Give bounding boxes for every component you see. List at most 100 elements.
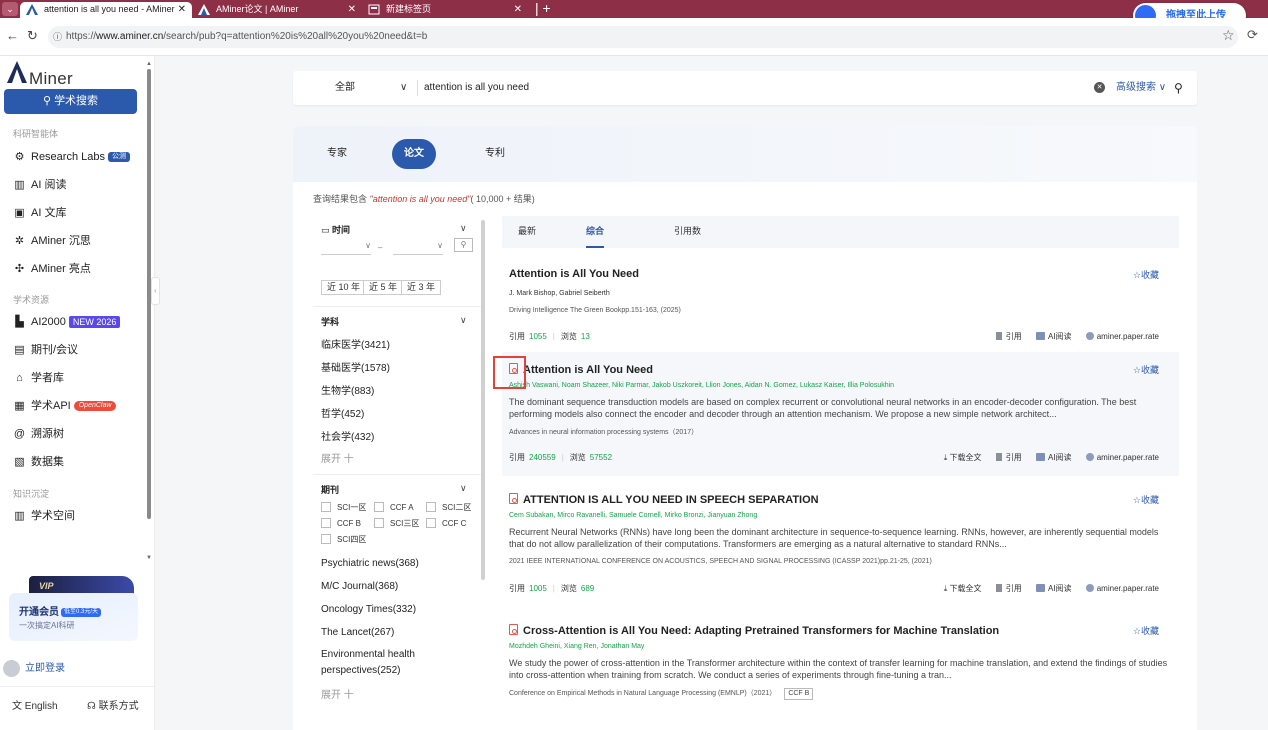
chevron-down-icon[interactable]: ∨ — [400, 71, 407, 105]
download-button[interactable]: ⤓ 下载全文 — [944, 453, 982, 462]
filter-subject-header[interactable]: 学科 — [321, 315, 339, 328]
sort-latest[interactable]: 最新 — [518, 216, 536, 246]
sort-overall[interactable]: 综合 — [586, 216, 605, 248]
citation-count[interactable]: 240559 — [529, 453, 556, 462]
citation-count[interactable]: 1005 — [529, 584, 547, 593]
favorite-button[interactable]: ☆收藏 — [1133, 624, 1159, 637]
journal-option[interactable]: M/C Journal(368) — [321, 581, 398, 592]
ai-read-button[interactable]: AI阅读 — [1035, 584, 1072, 593]
new-tab-plus-icon[interactable]: | + — [535, 0, 551, 17]
journal-checkbox-ccfb[interactable]: CCF B — [321, 518, 361, 529]
download-button[interactable]: ⤓ 下载全文 — [944, 584, 982, 593]
sidebar-item-research-labs[interactable]: ⚙ Research Labs 公测 — [13, 147, 130, 167]
search-scope-select[interactable]: 全部 — [335, 71, 355, 105]
paper-rate-button[interactable]: aminer.paper.rate — [1085, 332, 1159, 341]
chevron-down-icon[interactable]: ∨ — [460, 483, 467, 494]
year-3-button[interactable]: 近 3 年 — [401, 280, 442, 295]
login-button[interactable]: 立即登录 — [3, 660, 65, 680]
year-search-icon[interactable]: ⚲ — [454, 238, 473, 252]
sidebar-item-aminer-think[interactable]: ✲ AMiner 沉思 — [13, 231, 91, 251]
journal-option[interactable]: Oncology Times(332) — [321, 604, 416, 615]
paper-title[interactable]: Attention is All You Need — [509, 268, 639, 280]
back-arrow-icon[interactable]: ← — [6, 28, 19, 43]
citation-count[interactable]: 1055 — [529, 332, 547, 341]
reload-icon[interactable]: ↻ — [27, 28, 38, 44]
paper-rate-button[interactable]: aminer.paper.rate — [1085, 584, 1159, 593]
journal-expand-button[interactable]: 展开 十 — [321, 686, 354, 701]
sidebar-item-ai-library[interactable]: ▣ AI 文库 — [13, 203, 66, 223]
paper-title[interactable]: Attention is All You Need — [509, 363, 653, 376]
year-from-select[interactable]: ∨ — [321, 241, 371, 255]
cite-button[interactable]: 引用 — [995, 584, 1022, 593]
sidebar-item-scholars[interactable]: ⌂ 学者库 — [13, 368, 64, 388]
filter-journal-header[interactable]: 期刊 — [321, 483, 339, 496]
close-tab-icon[interactable]: ✕ — [348, 2, 356, 17]
journal-checkbox-ccfa[interactable]: CCF A — [374, 502, 414, 513]
sidebar-item-datasets[interactable]: ▧ 数据集 — [13, 452, 64, 472]
paper-rate-button[interactable]: aminer.paper.rate — [1085, 453, 1159, 462]
clear-search-icon[interactable]: ✕ — [1094, 82, 1105, 93]
journal-option[interactable]: Environmental health — [321, 649, 415, 660]
subject-option[interactable]: 基础医学(1578) — [321, 359, 390, 374]
year-to-select[interactable]: ∨ — [393, 241, 443, 255]
academic-search-button[interactable]: ⚲ 学术搜索 — [4, 89, 137, 114]
paper-title[interactable]: Cross-Attention is All You Need: Adaptin… — [509, 624, 999, 637]
journal-checkbox-sci4[interactable]: SCI四区 — [321, 534, 366, 545]
tab-patent[interactable]: 专利 — [483, 139, 507, 169]
tab-menu-button[interactable]: ⌄ — [2, 2, 18, 16]
language-switch[interactable]: 文 English — [12, 697, 58, 712]
ai-read-button[interactable]: AI阅读 — [1035, 453, 1072, 462]
sidebar-item-aminer-highlight[interactable]: ✣ AMiner 亮点 — [13, 259, 91, 279]
bookmark-star-icon[interactable]: ☆ — [1222, 27, 1235, 44]
filter-scrollbar[interactable] — [481, 220, 485, 580]
chevron-down-icon[interactable]: ∨ — [460, 223, 467, 234]
browser-tab-aminer-search[interactable]: attention is all you need - AMiner ✕ — [20, 2, 192, 18]
cite-button[interactable]: 引用 — [995, 332, 1022, 341]
tab-expert[interactable]: 专家 — [325, 139, 349, 169]
chevron-down-icon[interactable]: ∨ — [460, 315, 467, 326]
paper-authors[interactable]: Ashish Vaswani, Noam Shazeer, Niki Parma… — [509, 382, 894, 389]
scroll-down-icon[interactable]: ▼ — [146, 555, 152, 561]
favorite-button[interactable]: ☆收藏 — [1133, 268, 1159, 281]
paper-title[interactable]: ATTENTION IS ALL YOU NEED IN SPEECH SEPA… — [509, 493, 819, 506]
advanced-search-button[interactable]: 高级搜索 ∨ — [1116, 71, 1166, 105]
subject-option[interactable]: 生物学(883) — [321, 382, 374, 397]
journal-option[interactable]: Psychiatric news(368) — [321, 558, 419, 569]
ai-read-button[interactable]: AI阅读 — [1035, 332, 1072, 341]
subject-expand-button[interactable]: 展开 十 — [321, 450, 354, 465]
year-10-button[interactable]: 近 10 年 — [321, 280, 367, 295]
pdf-icon[interactable] — [509, 624, 518, 635]
journal-checkbox-ccfc[interactable]: CCF C — [426, 518, 466, 529]
favorite-button[interactable]: ☆收藏 — [1133, 363, 1159, 376]
cite-button[interactable]: 引用 — [995, 453, 1022, 462]
journal-checkbox-sci1[interactable]: SCI一区 — [321, 502, 366, 513]
sidebar-item-trace-tree[interactable]: @ 溯源树 — [13, 424, 64, 444]
journal-checkbox-sci2[interactable]: SCI二区 — [426, 502, 471, 513]
contact-link[interactable]: ☊ 联系方式 — [87, 697, 139, 712]
paper-authors[interactable]: J. Mark Bishop, Gabriel Seiberth — [509, 290, 610, 297]
search-input[interactable] — [424, 71, 1064, 105]
sidebar-item-journals[interactable]: ▤ 期刊/会议 — [13, 340, 78, 360]
sidebar-item-api[interactable]: ▦ 学术API OpenClaw — [13, 396, 117, 416]
vip-promo-card[interactable]: VIP 开通会员 低至0.3元/天 一次搞定AI科研 — [9, 576, 138, 641]
sidebar-item-academic-space[interactable]: ▥ 学术空间 — [13, 506, 75, 526]
subject-option[interactable]: 哲学(452) — [321, 405, 364, 420]
extensions-icon[interactable]: ⟳ — [1247, 27, 1258, 43]
scroll-up-icon[interactable]: ▲ — [146, 61, 152, 67]
search-icon[interactable]: ⚲ — [1174, 71, 1183, 105]
close-tab-icon[interactable]: ✕ — [178, 2, 186, 17]
sidebar-item-ai-read[interactable]: ▥ AI 阅读 — [13, 175, 66, 195]
browser-tab-aminer-paper[interactable]: AMiner论文 | AMiner ✕ — [192, 2, 362, 18]
journal-option[interactable]: The Lancet(267) — [321, 627, 394, 638]
year-5-button[interactable]: 近 5 年 — [363, 280, 404, 295]
paper-authors[interactable]: Cem Subakan, Mirco Ravanelli, Samuele Co… — [509, 512, 757, 519]
filter-time-header[interactable]: ▭ 时间 — [321, 223, 350, 236]
sort-citations[interactable]: 引用数 — [674, 216, 701, 246]
close-tab-icon[interactable]: ✕ — [514, 2, 522, 17]
sidebar-scrollbar[interactable]: ▲ ▼ — [146, 61, 152, 561]
subject-option[interactable]: 临床医学(3421) — [321, 336, 390, 351]
sidebar-item-ai2000[interactable]: ▙ AI2000 NEW 2026 — [13, 312, 121, 332]
paper-authors[interactable]: Mozhdeh Gheini, Xiang Ren, Jonathan May — [509, 643, 644, 650]
pdf-icon[interactable] — [509, 493, 518, 504]
url-field[interactable]: ⓘ https://www.aminer.cn/search/pub?q=att… — [48, 26, 1238, 48]
